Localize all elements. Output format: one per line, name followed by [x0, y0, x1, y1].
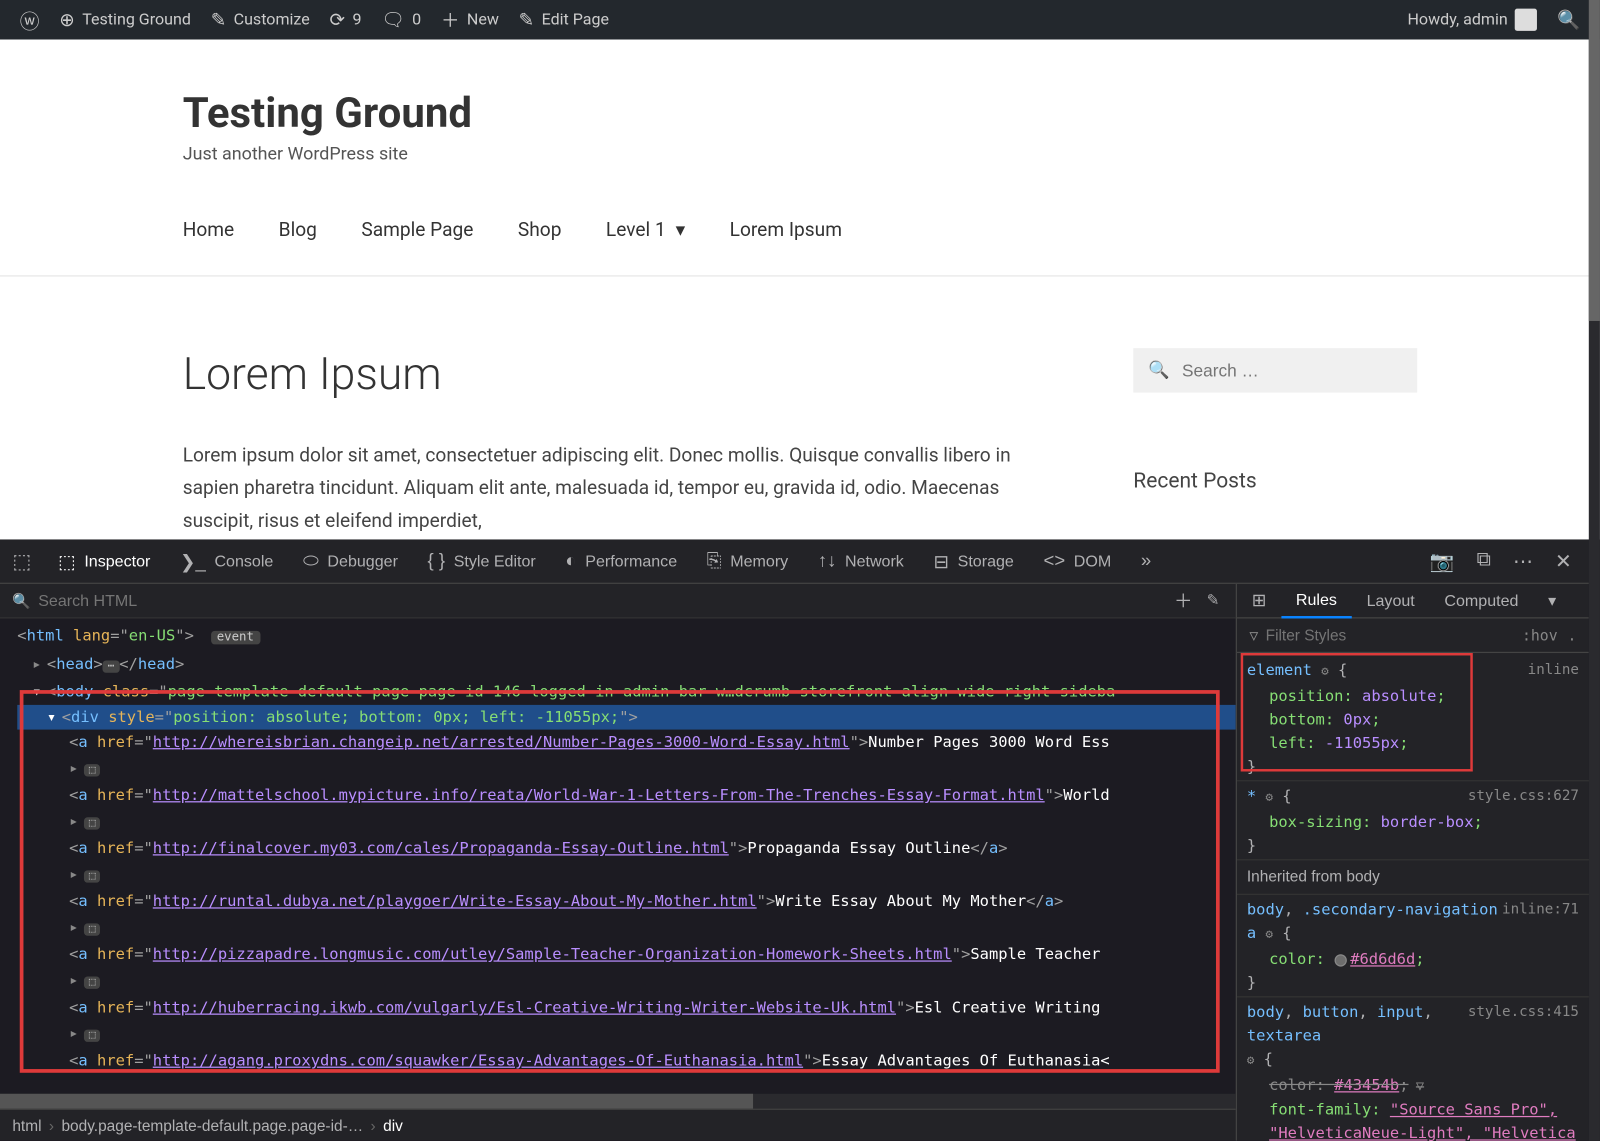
inherited-from-label: Inherited from body	[1237, 860, 1589, 895]
customize-link[interactable]: ✎Customize	[201, 0, 320, 40]
search-icon: 🔍	[12, 592, 30, 609]
site-name-link[interactable]: ⊕Testing Ground	[49, 0, 200, 40]
tab-debugger[interactable]: ⬭Debugger	[288, 539, 413, 583]
page-scrollbar[interactable]	[1589, 0, 1600, 1141]
close-icon[interactable]: ✕	[1550, 544, 1576, 579]
nav-blog[interactable]: Blog	[279, 219, 317, 241]
tab-rules[interactable]: Rules	[1281, 584, 1352, 618]
dom-tree[interactable]: <html lang="en-US"> event ▸<head>⋯</head…	[0, 618, 1236, 1093]
html-search-input[interactable]	[38, 591, 1174, 610]
tab-storage[interactable]: ⊟Storage	[919, 539, 1029, 583]
nav-shop[interactable]: Shop	[518, 219, 562, 241]
page-title: Lorem Ipsum	[183, 348, 1059, 400]
dom-anchor-row[interactable]: <a href="http://agang.proxydns.com/squaw…	[17, 1048, 1235, 1073]
howdy-link[interactable]: Howdy, admin	[1398, 0, 1548, 40]
eyedropper-icon[interactable]: ✎	[1207, 588, 1218, 614]
site-tagline: Just another WordPress site	[183, 143, 1418, 164]
search-input[interactable]	[1182, 360, 1405, 380]
dom-breadcrumb[interactable]: html› body.page-template-default.page.pa…	[0, 1109, 1236, 1141]
primary-nav: Home Blog Sample Page Shop Level 1▾ Lore…	[183, 177, 1418, 276]
dom-anchor-row[interactable]: <a href="http://huberracing.ikwb.com/vul…	[17, 995, 1235, 1020]
search-icon: 🔍	[1148, 360, 1170, 380]
hov-toggle[interactable]: :hov	[1522, 627, 1558, 644]
css-rules[interactable]: inline element ⚙ { position: absolute; b…	[1237, 653, 1589, 1141]
responsive-icon[interactable]: ⧉	[1472, 544, 1496, 579]
new-link[interactable]: ＋New	[431, 0, 509, 40]
more-icon[interactable]: ⋯	[1508, 544, 1538, 579]
search-box[interactable]: 🔍	[1133, 348, 1417, 392]
add-element-icon[interactable]: ＋	[1174, 588, 1193, 614]
nav-sample-page[interactable]: Sample Page	[361, 219, 473, 241]
dom-anchor-row[interactable]: <a href="http://pizzapadre.longmusic.com…	[17, 942, 1235, 967]
site-title[interactable]: Testing Ground	[183, 89, 1418, 138]
filter-icon: ▽	[1249, 627, 1258, 644]
nav-lorem-ipsum[interactable]: Lorem Ipsum	[730, 219, 842, 241]
tab-layout[interactable]: Layout	[1352, 584, 1430, 618]
avatar-icon	[1515, 9, 1537, 31]
dom-anchor-row[interactable]: <a href="http://whereisbrian.changeip.ne…	[17, 730, 1235, 755]
comments-link[interactable]: 🗨0	[371, 0, 431, 40]
devtools-panel: ⬚ ⬚Inspector ❯_Console ⬭Debugger { }Styl…	[0, 539, 1589, 1140]
site-header: Testing Ground Just another WordPress si…	[183, 40, 1418, 177]
wp-admin-bar: ⓦ ⊕Testing Ground ✎Customize ⟳9 🗨0 ＋New …	[0, 0, 1600, 40]
edit-page-link[interactable]: ✎Edit Page	[509, 0, 619, 40]
filter-styles-input[interactable]	[1266, 627, 1522, 644]
styles-panel: ⊞ Rules Layout Computed ▾ ▽ :hov . inlin…	[1236, 584, 1589, 1141]
search-toggle[interactable]: 🔍	[1547, 0, 1590, 40]
tab-style-editor[interactable]: { }Style Editor	[413, 539, 551, 583]
recent-posts-heading: Recent Posts	[1133, 469, 1417, 494]
chevron-down-icon: ▾	[676, 219, 686, 241]
element-picker-button[interactable]: ⬚	[0, 549, 43, 574]
tab-memory[interactable]: ⎘Memory	[692, 539, 803, 583]
dom-anchor-row[interactable]: <a href="http://mattelschool.mypicture.i…	[17, 783, 1235, 808]
tab-console[interactable]: ❯_Console	[165, 539, 288, 583]
event-badge[interactable]: event	[211, 631, 261, 645]
screenshot-icon[interactable]: 📷	[1425, 544, 1459, 579]
layout-toggle-icon[interactable]: ⊞	[1237, 584, 1281, 618]
wp-logo[interactable]: ⓦ	[10, 0, 50, 40]
nav-level1[interactable]: Level 1▾	[606, 219, 685, 241]
tab-more[interactable]: »	[1126, 539, 1166, 583]
nav-home[interactable]: Home	[183, 219, 235, 241]
updates-link[interactable]: ⟳9	[320, 0, 372, 40]
dom-anchor-row[interactable]: <a href="http://finalcover.my03.com/cale…	[17, 836, 1235, 861]
tab-network[interactable]: ↑↓Network	[803, 539, 919, 583]
devtools-toolbar: ⬚ ⬚Inspector ❯_Console ⬭Debugger { }Styl…	[0, 539, 1589, 583]
page-body: Lorem ipsum dolor sit amet, consectetuer…	[183, 439, 1059, 537]
funnel-icon[interactable]: ▽	[1416, 1078, 1424, 1094]
dom-anchor-row[interactable]: <a href="http://runtal.dubya.net/playgoe…	[17, 889, 1235, 914]
tab-computed[interactable]: Computed	[1430, 584, 1534, 618]
horizontal-scrollbar[interactable]	[0, 1094, 1236, 1109]
tab-more-caret[interactable]: ▾	[1533, 584, 1571, 618]
tab-dom[interactable]: <>DOM	[1029, 539, 1126, 583]
tab-inspector[interactable]: ⬚Inspector	[43, 539, 165, 583]
tab-performance[interactable]: ◐Performance	[551, 539, 692, 583]
html-search-bar: 🔍 ＋ ✎	[0, 584, 1236, 619]
